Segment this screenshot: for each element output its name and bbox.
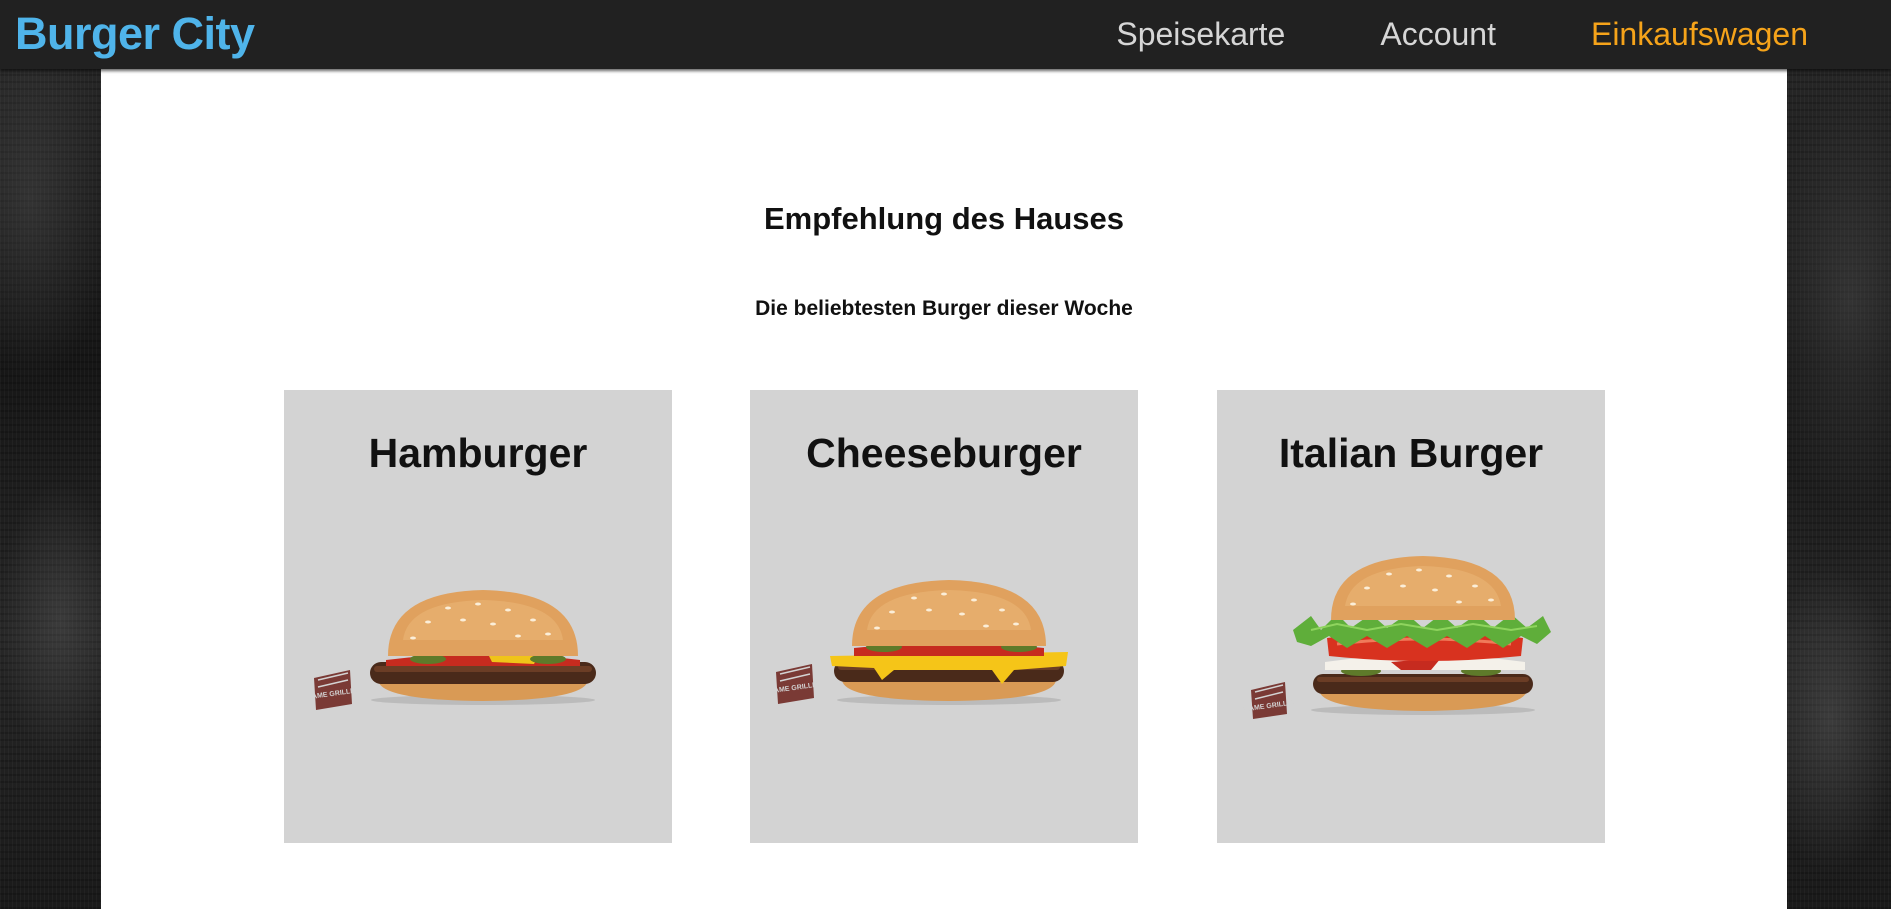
page-subtitle: Die beliebtesten Burger dieser Woche — [755, 297, 1133, 320]
product-card-hamburger[interactable]: Hamburger FLAME GRILLED — [284, 390, 672, 843]
nav-speisekarte[interactable]: Speisekarte — [1116, 16, 1285, 53]
product-card-cheeseburger[interactable]: Cheeseburger FLAME GRILLED — [750, 390, 1138, 843]
flame-grilled-badge: FLAME GRILLED — [1241, 682, 1297, 719]
flame-grilled-badge: FLAME GRILLED — [308, 670, 360, 710]
italian-burger-image: FLAME GRILLED — [1241, 556, 1551, 719]
product-card-italian-burger[interactable]: Italian Burger FLAME GRILLED — [1217, 390, 1605, 843]
nav-links: Speisekarte Account Einkaufswagen — [1021, 0, 1808, 69]
nav-einkaufswagen[interactable]: Einkaufswagen — [1591, 16, 1808, 53]
flame-grilled-badge: FLAME GRILLED — [774, 664, 822, 704]
brand-logo[interactable]: Burger City — [15, 8, 255, 60]
navbar: Burger City Speisekarte Account Einkaufs… — [0, 0, 1891, 69]
card-title: Cheeseburger — [806, 430, 1082, 476]
page-title: Empfehlung des Hauses — [763, 201, 1125, 236]
card-title: Hamburger — [368, 430, 588, 476]
cheeseburger-image: FLAME GRILLED — [774, 580, 1068, 705]
card-title: Italian Burger — [1278, 430, 1544, 476]
nav-account[interactable]: Account — [1380, 16, 1496, 53]
hamburger-image: FLAME GRILLED — [308, 590, 596, 710]
main-content: Empfehlung des Hauses Die beliebtesten B… — [101, 69, 1787, 909]
